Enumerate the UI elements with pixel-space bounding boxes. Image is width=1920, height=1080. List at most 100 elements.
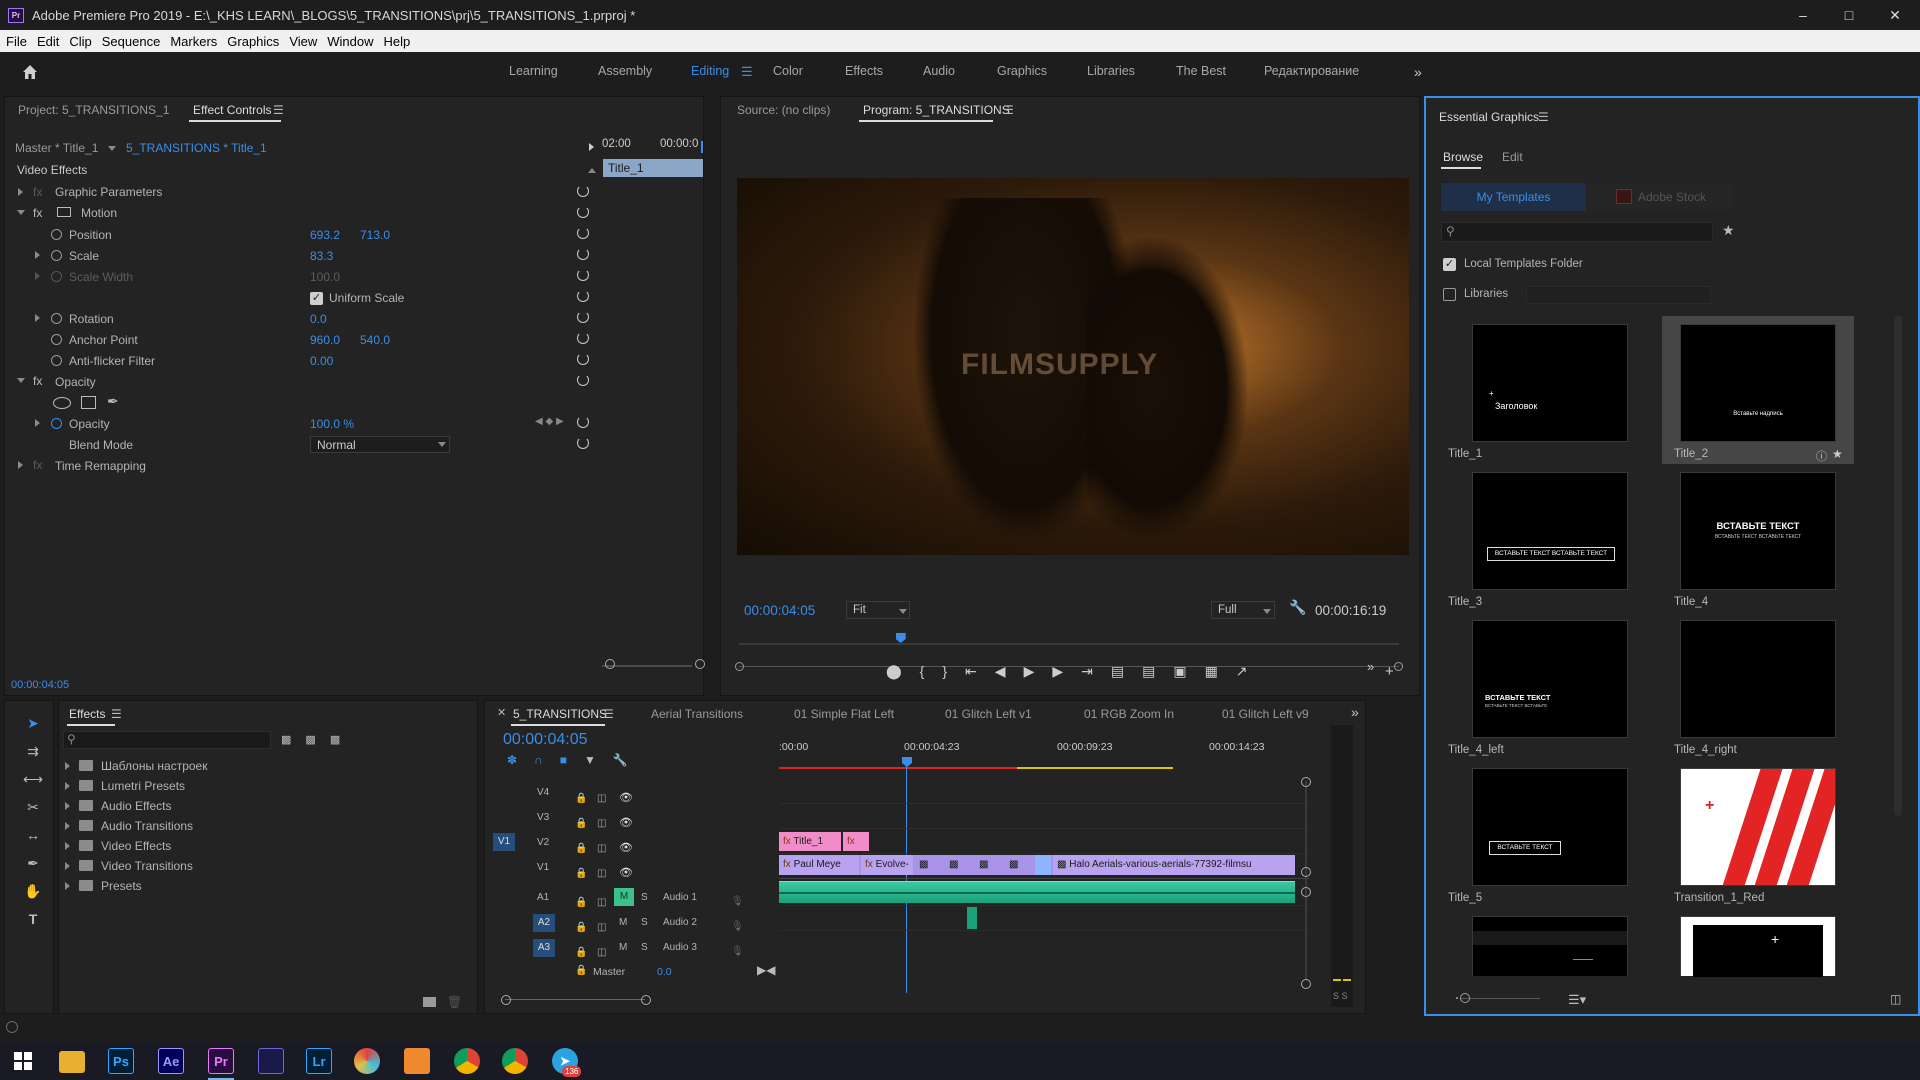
track-select-tool-icon[interactable]: ⇉ (23, 743, 43, 763)
horizontal-scrollbar[interactable] (505, 999, 645, 1000)
reset-icon[interactable] (577, 185, 589, 197)
position-x-value[interactable]: 693.2 (310, 228, 340, 242)
panel-menu-icon[interactable]: ☰ (1538, 110, 1549, 124)
ec-zoom-bar[interactable] (602, 665, 692, 667)
favorites-star-icon[interactable]: ★ (1722, 222, 1735, 239)
clip-evolve[interactable]: fx Evolve- (861, 855, 913, 875)
scroll-up-icon[interactable] (588, 168, 596, 173)
tab-effect-controls[interactable]: Effect Controls (193, 103, 271, 117)
add-marker-icon[interactable]: ▼ (584, 753, 613, 767)
ws-effects[interactable]: Effects (845, 64, 883, 78)
clip-segment[interactable] (1035, 855, 1051, 875)
ws-graphics[interactable]: Graphics (997, 64, 1047, 78)
menu-help[interactable]: Help (378, 30, 415, 49)
template-thumb-partial[interactable]: + (1680, 916, 1836, 977)
nest-icon[interactable]: ✽ (507, 753, 534, 767)
menu-markers[interactable]: Markers (164, 30, 221, 49)
ws-color[interactable]: Color (773, 64, 803, 78)
uniform-scale-checkbox[interactable]: ✓ (310, 292, 323, 305)
template-thumb-title-5[interactable]: ВСТАВЬТЕ ТЕКСТ (1472, 768, 1628, 886)
clip-title-fx[interactable]: fx (843, 832, 869, 851)
track-output-icons[interactable]: ◫ ◫ ◫ ◫ (597, 786, 606, 886)
pen-tool-icon[interactable]: ✒ (23, 855, 43, 875)
ec-playhead[interactable] (701, 141, 703, 153)
ec-zoom-handle[interactable] (605, 659, 615, 669)
minimize-icon[interactable]: – (1782, 4, 1824, 26)
master-value[interactable]: 0.0 (657, 966, 672, 978)
meter-solo-label[interactable]: S S (1333, 991, 1348, 1001)
tab-simple-flat-left[interactable]: 01 Simple Flat Left (794, 707, 894, 721)
davinci-resolve-icon[interactable] (354, 1048, 380, 1074)
solo-a3-button[interactable]: S (641, 942, 648, 953)
tab-glitch-left-v1[interactable]: 01 Glitch Left v1 (945, 707, 1032, 721)
thumbnail-size-slider[interactable] (1460, 998, 1540, 999)
stopwatch-icon[interactable] (51, 355, 62, 366)
clip-segment[interactable]: ▩ (975, 855, 1003, 875)
32bit-effects-icon[interactable]: ▩ (305, 734, 329, 746)
slip-tool-icon[interactable]: ↔ (23, 827, 43, 847)
close-icon[interactable]: ✕ (1874, 4, 1916, 26)
razor-tool-icon[interactable]: ✂ (23, 799, 43, 819)
reset-icon[interactable] (577, 269, 589, 281)
go-to-end-icon[interactable]: ▶◀ (757, 963, 775, 977)
mute-a1-button[interactable]: M (614, 888, 634, 906)
h-scroll-handle[interactable] (641, 995, 651, 1005)
ws-learning[interactable]: Learning (509, 64, 558, 78)
stopwatch-icon[interactable] (51, 229, 62, 240)
effects-folder-item[interactable]: Video Effects (65, 837, 465, 857)
ws-assembly[interactable]: Assembly (598, 64, 652, 78)
v-scroll-handle[interactable] (1301, 867, 1311, 877)
accelerated-effects-icon[interactable]: ▩ (281, 734, 305, 746)
share-icon[interactable]: ↗ (1236, 663, 1266, 679)
blend-mode-select[interactable]: Normal (310, 436, 450, 453)
scrollbar[interactable] (1894, 316, 1902, 816)
ripple-edit-tool-icon[interactable]: ⟷ (23, 771, 43, 791)
step-forward-icon[interactable]: ▶ (1052, 663, 1081, 679)
clip-segment[interactable]: ▩ (1005, 855, 1033, 875)
windows-start-icon[interactable] (14, 1052, 32, 1070)
graphic-parameters-row[interactable]: fx Graphic Parameters (15, 183, 605, 204)
panel-menu-icon[interactable]: ☰ (1003, 103, 1014, 117)
menu-sequence[interactable]: Sequence (96, 30, 165, 49)
go-to-in-icon[interactable]: ⇤ (965, 663, 995, 679)
template-thumb-title-3[interactable]: ВСТАВЬТЕ ТЕКСТ ВСТАВЬТЕ ТЕКСТ (1472, 472, 1628, 590)
v-scroll-handle[interactable] (1301, 979, 1311, 989)
track-lock-icons[interactable]: 🔒 🔒 🔒 (575, 890, 587, 965)
after-effects-icon[interactable]: Ae (158, 1048, 184, 1074)
menu-graphics[interactable]: Graphics (221, 30, 283, 49)
adobe-stock-button[interactable]: Adobe Stock (1588, 183, 1733, 211)
tab-aerial-transitions[interactable]: Aerial Transitions (651, 707, 743, 721)
clip-title-1[interactable]: fx Title_1 (779, 832, 841, 851)
chevron-down-icon[interactable] (1263, 609, 1271, 614)
slider-handle[interactable] (1460, 993, 1470, 1003)
yuv-effects-icon[interactable]: ▩ (330, 734, 354, 746)
video-frame[interactable]: FILMSUPPLY (737, 178, 1409, 555)
clip-segment[interactable]: ▩ (915, 855, 943, 875)
type-tool-icon[interactable]: T (23, 911, 43, 931)
template-thumb-title-1[interactable]: Заголовок + (1472, 324, 1628, 442)
program-playhead[interactable] (895, 633, 906, 643)
stopwatch-icon[interactable] (51, 334, 62, 345)
clip-audio-2[interactable] (967, 907, 977, 929)
new-bin-icon[interactable] (423, 997, 436, 1007)
track-lock-icons[interactable]: 🔒 🔒 🔒 🔒 (575, 786, 587, 886)
chrome-icon[interactable] (502, 1048, 528, 1074)
panel-menu-icon[interactable]: ☰ (273, 103, 284, 117)
template-thumb-title-2[interactable]: Вставьте надпись (1680, 324, 1836, 442)
tab-source[interactable]: Source: (no clips) (737, 103, 830, 117)
wrench-icon[interactable]: 🔧 (1289, 599, 1306, 616)
timeline-timecode[interactable]: 00:00:04:05 (503, 731, 588, 749)
menu-clip[interactable]: Clip (63, 30, 95, 49)
photoshop-icon[interactable]: Ps (108, 1048, 134, 1074)
menu-file[interactable]: File (0, 30, 31, 49)
reset-icon[interactable] (577, 353, 589, 365)
clip-paul-meye[interactable]: fx Paul Meye (779, 855, 859, 875)
reset-icon[interactable] (577, 290, 589, 302)
rectangle-mask-icon[interactable] (81, 396, 96, 409)
selection-tool-icon[interactable]: ➤ (23, 715, 43, 735)
file-explorer-icon[interactable] (59, 1051, 85, 1073)
time-remapping-row[interactable]: fx Time Remapping (15, 456, 605, 477)
info-icon[interactable]: ⓘ (1816, 448, 1827, 464)
clip-halo-aerials[interactable]: ▩ Halo Aerials-various-aerials-77392-fil… (1053, 855, 1295, 875)
new-item-icon[interactable]: ◫ (1890, 992, 1901, 1006)
